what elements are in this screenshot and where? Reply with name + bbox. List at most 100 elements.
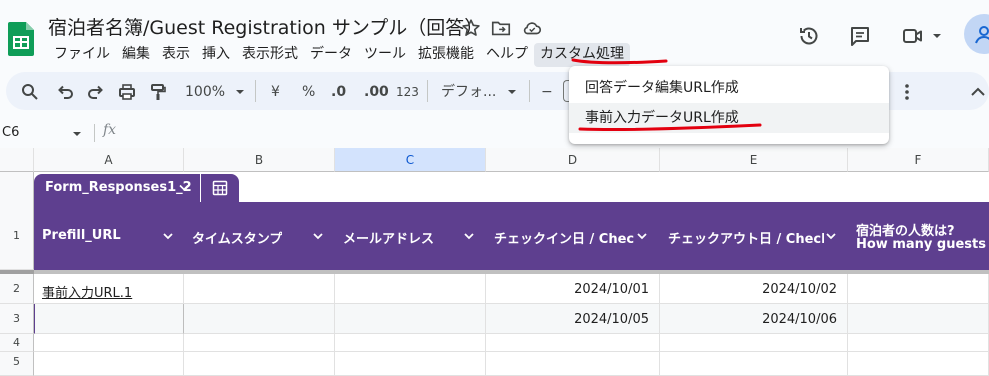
header-label: メールアドレス <box>343 232 435 247</box>
annotation-underline-item <box>578 123 762 131</box>
menu-item-create-edit-url[interactable]: 回答データ編集URL作成 <box>569 73 889 103</box>
more-options-icon[interactable] <box>897 82 917 102</box>
format-currency-button[interactable]: ¥ <box>271 82 280 102</box>
cell-d3[interactable]: 2024/10/05 <box>486 304 660 334</box>
column-header-e[interactable]: E <box>660 148 848 172</box>
cell-e4[interactable] <box>660 334 848 352</box>
menu-format[interactable]: 表示形式 <box>236 43 304 67</box>
select-all-corner[interactable] <box>0 148 34 172</box>
video-meeting-icon[interactable] <box>901 24 925 48</box>
cell-c5[interactable] <box>335 352 486 376</box>
document-title[interactable]: 宿泊者名簿/Guest Registration サンプル（回答） <box>48 13 483 40</box>
zoom-select[interactable]: 100% <box>185 82 225 102</box>
cloud-saved-icon[interactable] <box>521 17 543 39</box>
header-cell-timestamp[interactable]: タイムスタンプ <box>184 202 335 270</box>
cell-a5[interactable] <box>34 352 184 376</box>
menu-bar: ファイル 編集 表示 挿入 表示形式 データ ツール 拡張機能 ヘルプ カスタム… <box>48 43 630 67</box>
cell-b5[interactable] <box>184 352 335 376</box>
font-size-decrease-button[interactable]: − <box>541 82 553 102</box>
table-grid-icon <box>212 180 228 196</box>
search-menus-icon[interactable] <box>20 82 40 102</box>
sheets-logo-icon[interactable] <box>8 22 34 56</box>
cell-b3[interactable] <box>184 304 335 334</box>
meeting-dropdown-icon[interactable] <box>932 32 942 40</box>
cell-d5[interactable] <box>486 352 660 376</box>
column-header-a[interactable]: A <box>34 148 184 172</box>
menu-help[interactable]: ヘルプ <box>480 43 534 67</box>
version-history-icon[interactable] <box>797 24 821 48</box>
paint-format-icon[interactable] <box>148 82 168 102</box>
cell-c3[interactable] <box>335 304 486 334</box>
header-label-line2: How many guests is you <box>856 237 989 252</box>
header-label: タイムスタンプ <box>192 232 283 247</box>
account-avatar[interactable] <box>964 14 989 54</box>
column-menu-chevron-icon[interactable] <box>825 230 837 242</box>
cell-a4[interactable] <box>34 334 184 352</box>
header-cell-prefill-url[interactable]: Prefill_URL <box>34 202 184 270</box>
header-cell-email[interactable]: メールアドレス <box>335 202 486 270</box>
cell-a3[interactable] <box>34 304 184 334</box>
column-menu-chevron-icon[interactable] <box>162 230 174 242</box>
print-icon[interactable] <box>117 82 137 102</box>
cell-f5[interactable] <box>848 352 989 376</box>
cell-d4[interactable] <box>486 334 660 352</box>
header-cell-checkin[interactable]: チェックイン日 / Check <box>486 202 660 270</box>
header-label: チェックイン日 / Check <box>494 232 634 247</box>
cell-f3[interactable] <box>848 304 989 334</box>
column-header-b[interactable]: B <box>184 148 335 172</box>
column-menu-chevron-icon[interactable] <box>312 230 324 242</box>
cell-e2[interactable]: 2024/10/02 <box>660 274 848 304</box>
increase-decimal-button[interactable]: .00 <box>364 82 389 102</box>
menu-insert[interactable]: 挿入 <box>196 43 236 67</box>
move-folder-icon[interactable] <box>490 17 512 39</box>
number-format-button[interactable]: 123 <box>396 82 419 102</box>
row-header-spacer <box>0 172 34 202</box>
cell-b4[interactable] <box>184 334 335 352</box>
column-header-f[interactable]: F <box>848 148 989 172</box>
column-header-c[interactable]: C <box>335 148 486 172</box>
collapse-toolbar-icon[interactable] <box>968 82 988 102</box>
table-view-button[interactable] <box>201 174 239 202</box>
cell-e3[interactable]: 2024/10/06 <box>660 304 848 334</box>
menu-view[interactable]: 表示 <box>156 43 196 67</box>
comments-icon[interactable] <box>848 24 872 48</box>
cell-c4[interactable] <box>335 334 486 352</box>
cell-c2[interactable] <box>335 274 486 304</box>
header-cell-guest-count[interactable]: 宿泊者の人数は? How many guests is you <box>848 202 989 270</box>
namebox-chevron-down-icon[interactable] <box>72 130 82 138</box>
column-header-d[interactable]: D <box>486 148 660 172</box>
annotation-underline-menu <box>571 58 668 65</box>
menu-file[interactable]: ファイル <box>48 43 116 67</box>
cell-d2[interactable]: 2024/10/01 <box>486 274 660 304</box>
row-header-2[interactable]: 2 <box>0 274 34 304</box>
menu-tools[interactable]: ツール <box>358 43 412 67</box>
star-icon[interactable] <box>460 17 482 39</box>
zoom-chevron-down-icon[interactable] <box>235 88 245 96</box>
column-menu-chevron-icon[interactable] <box>636 230 648 242</box>
cell-e5[interactable] <box>660 352 848 376</box>
table-chevron-down-icon[interactable] <box>179 184 189 192</box>
fx-label: fx <box>103 122 117 138</box>
font-chevron-down-icon[interactable] <box>507 88 517 96</box>
toolbar-divider <box>427 80 428 102</box>
row-header-1[interactable]: 1 <box>0 202 34 270</box>
decrease-decimal-button[interactable]: .0 <box>331 82 346 102</box>
header-label: チェックアウト日 / Check <box>668 232 824 247</box>
header-cell-checkout[interactable]: チェックアウト日 / Check <box>660 202 848 270</box>
menu-extensions[interactable]: 拡張機能 <box>412 43 480 67</box>
row-header-5[interactable]: 5 <box>0 352 34 376</box>
format-percent-button[interactable]: % <box>302 82 315 102</box>
cell-f2[interactable] <box>848 274 989 304</box>
menu-edit[interactable]: 編集 <box>116 43 156 67</box>
row-header-4[interactable]: 4 <box>0 334 34 352</box>
cell-f4[interactable] <box>848 334 989 352</box>
font-family-select[interactable]: デフォ... <box>441 82 496 102</box>
undo-icon[interactable] <box>55 82 75 102</box>
cell-a2-link[interactable]: 事前入力URL.1 <box>34 274 184 304</box>
cell-b2[interactable] <box>184 274 335 304</box>
table-name-tab[interactable]: Form_Responses1_2 <box>34 174 200 202</box>
redo-icon[interactable] <box>86 82 106 102</box>
row-header-3[interactable]: 3 <box>0 304 34 334</box>
menu-data[interactable]: データ <box>304 43 358 67</box>
column-menu-chevron-icon[interactable] <box>463 230 475 242</box>
